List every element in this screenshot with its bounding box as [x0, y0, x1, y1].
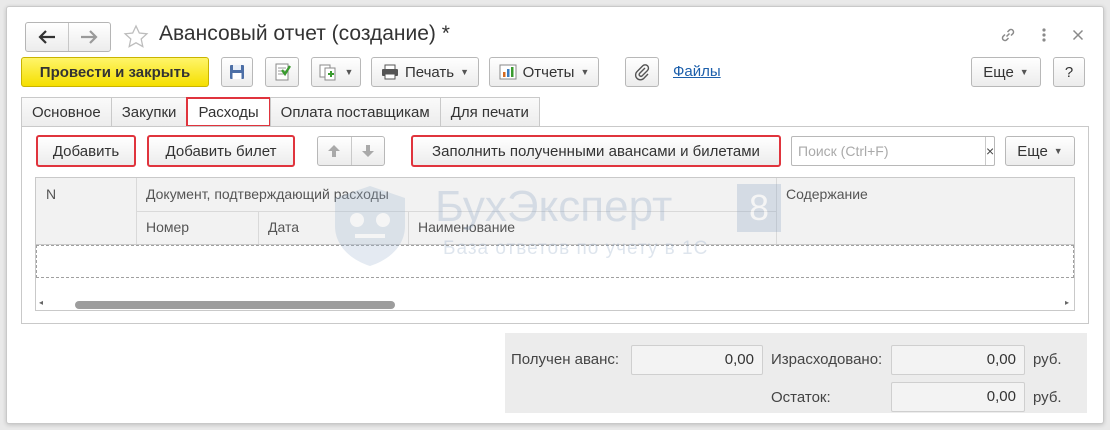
reports-label: Отчеты: [522, 63, 575, 81]
forward-button[interactable]: [67, 23, 111, 51]
close-button[interactable]: [1065, 21, 1091, 49]
tab-purchases[interactable]: Закупки: [110, 97, 188, 127]
print-button[interactable]: Печать ▼: [371, 57, 479, 87]
column-header-document[interactable]: Документ, подтверждающий расходы: [146, 186, 389, 202]
files-link[interactable]: Файлы: [673, 62, 721, 82]
remainder-currency: руб.: [1033, 389, 1062, 406]
favorite-button[interactable]: [121, 22, 151, 52]
close-icon: ×: [986, 143, 995, 159]
reports-icon: [499, 64, 517, 80]
scrollbar-thumb[interactable]: [75, 301, 395, 309]
star-icon: [123, 24, 149, 48]
move-up-button[interactable]: [318, 137, 352, 165]
link-button[interactable]: [995, 21, 1021, 49]
column-header-date[interactable]: Дата: [268, 219, 299, 235]
tab-for-printing[interactable]: Для печати: [439, 97, 540, 127]
scroll-left-icon[interactable]: ◂: [39, 298, 43, 307]
chevron-down-icon: ▼: [1019, 67, 1029, 77]
add-label: Добавить: [52, 142, 120, 160]
print-label: Печать: [404, 63, 455, 81]
arrow-right-icon: [81, 30, 98, 44]
move-down-button[interactable]: [352, 137, 385, 165]
spent-currency: руб.: [1033, 351, 1062, 368]
arrow-up-icon: [328, 145, 341, 157]
save-icon: [230, 65, 244, 79]
fill-advances-tickets-button[interactable]: Заполнить полученными авансами и билетам…: [411, 135, 781, 167]
tab-supplier-payments[interactable]: Оплата поставщикам: [269, 97, 441, 127]
column-header-content[interactable]: Содержание: [786, 186, 868, 202]
create-based-on-icon: [319, 64, 336, 81]
arrow-down-icon: [361, 145, 374, 157]
link-icon: [1001, 28, 1015, 42]
move-buttons-group: [317, 136, 385, 166]
tab-bar: Основное Закупки Расходы Оплата поставщи…: [21, 97, 540, 127]
scroll-right-icon[interactable]: ▸: [1065, 298, 1069, 307]
more-menu-button[interactable]: [1031, 21, 1057, 49]
remainder-label: Остаток:: [771, 389, 831, 406]
more-actions-label: Еще: [983, 63, 1014, 81]
search-box: ×: [791, 136, 995, 166]
table-more-button[interactable]: Еще ▼: [1005, 136, 1075, 166]
reports-button[interactable]: Отчеты ▼: [489, 57, 599, 87]
more-actions-button[interactable]: Еще ▼: [971, 57, 1041, 87]
chevron-down-icon: ▼: [580, 67, 590, 77]
add-ticket-button[interactable]: Добавить билет: [147, 135, 295, 167]
post-document-button[interactable]: [265, 57, 299, 87]
search-clear-button[interactable]: ×: [985, 137, 994, 165]
spent-field: 0,00: [891, 345, 1025, 375]
window-title: Авансовый отчет (создание) *: [159, 22, 450, 45]
save-button[interactable]: [221, 57, 253, 87]
close-icon: [1072, 29, 1084, 41]
paperclip-icon: [634, 64, 650, 81]
expenses-table: N Документ, подтверждающий расходы Номер…: [35, 177, 1075, 311]
attachment-button[interactable]: [625, 57, 659, 87]
back-button[interactable]: [26, 23, 68, 51]
table-more-label: Еще: [1017, 142, 1048, 160]
printer-icon: [381, 64, 398, 80]
document-window: Авансовый отчет (создание) * Провести и …: [6, 6, 1104, 424]
help-label: ?: [1064, 63, 1074, 81]
post-document-icon: [275, 63, 291, 81]
chevron-down-icon: ▼: [460, 67, 470, 77]
spent-label: Израсходовано:: [771, 351, 883, 368]
tab-expenses[interactable]: Расходы: [186, 97, 271, 127]
advance-received-field: 0,00: [631, 345, 763, 375]
advance-received-label: Получен аванс:: [511, 351, 620, 368]
fill-advances-tickets-label: Заполнить полученными авансами и билетам…: [432, 142, 760, 160]
empty-table-row[interactable]: [36, 245, 1074, 278]
remainder-field: 0,00: [891, 382, 1025, 412]
post-and-close-label: Провести и закрыть: [39, 63, 191, 81]
add-button[interactable]: Добавить: [36, 135, 136, 167]
more-vertical-icon: [1042, 28, 1046, 42]
arrow-left-icon: [38, 30, 55, 44]
tab-main[interactable]: Основное: [21, 97, 112, 127]
column-header-n[interactable]: N: [46, 186, 56, 202]
search-input[interactable]: [792, 137, 985, 165]
horizontal-scrollbar[interactable]: ◂ ▸: [35, 295, 1073, 311]
add-ticket-label: Добавить билет: [165, 142, 277, 160]
totals-panel: Получен аванс: 0,00 Израсходовано: 0,00 …: [505, 333, 1087, 413]
navigation-group: [25, 22, 111, 52]
post-and-close-button[interactable]: Провести и закрыть: [21, 57, 209, 87]
column-header-name[interactable]: Наименование: [418, 219, 515, 235]
create-based-on-button[interactable]: ▼: [311, 57, 361, 87]
column-header-number[interactable]: Номер: [146, 219, 189, 235]
chevron-down-icon: ▼: [1053, 146, 1063, 156]
help-button[interactable]: ?: [1053, 57, 1085, 87]
chevron-down-icon: ▼: [344, 67, 354, 77]
